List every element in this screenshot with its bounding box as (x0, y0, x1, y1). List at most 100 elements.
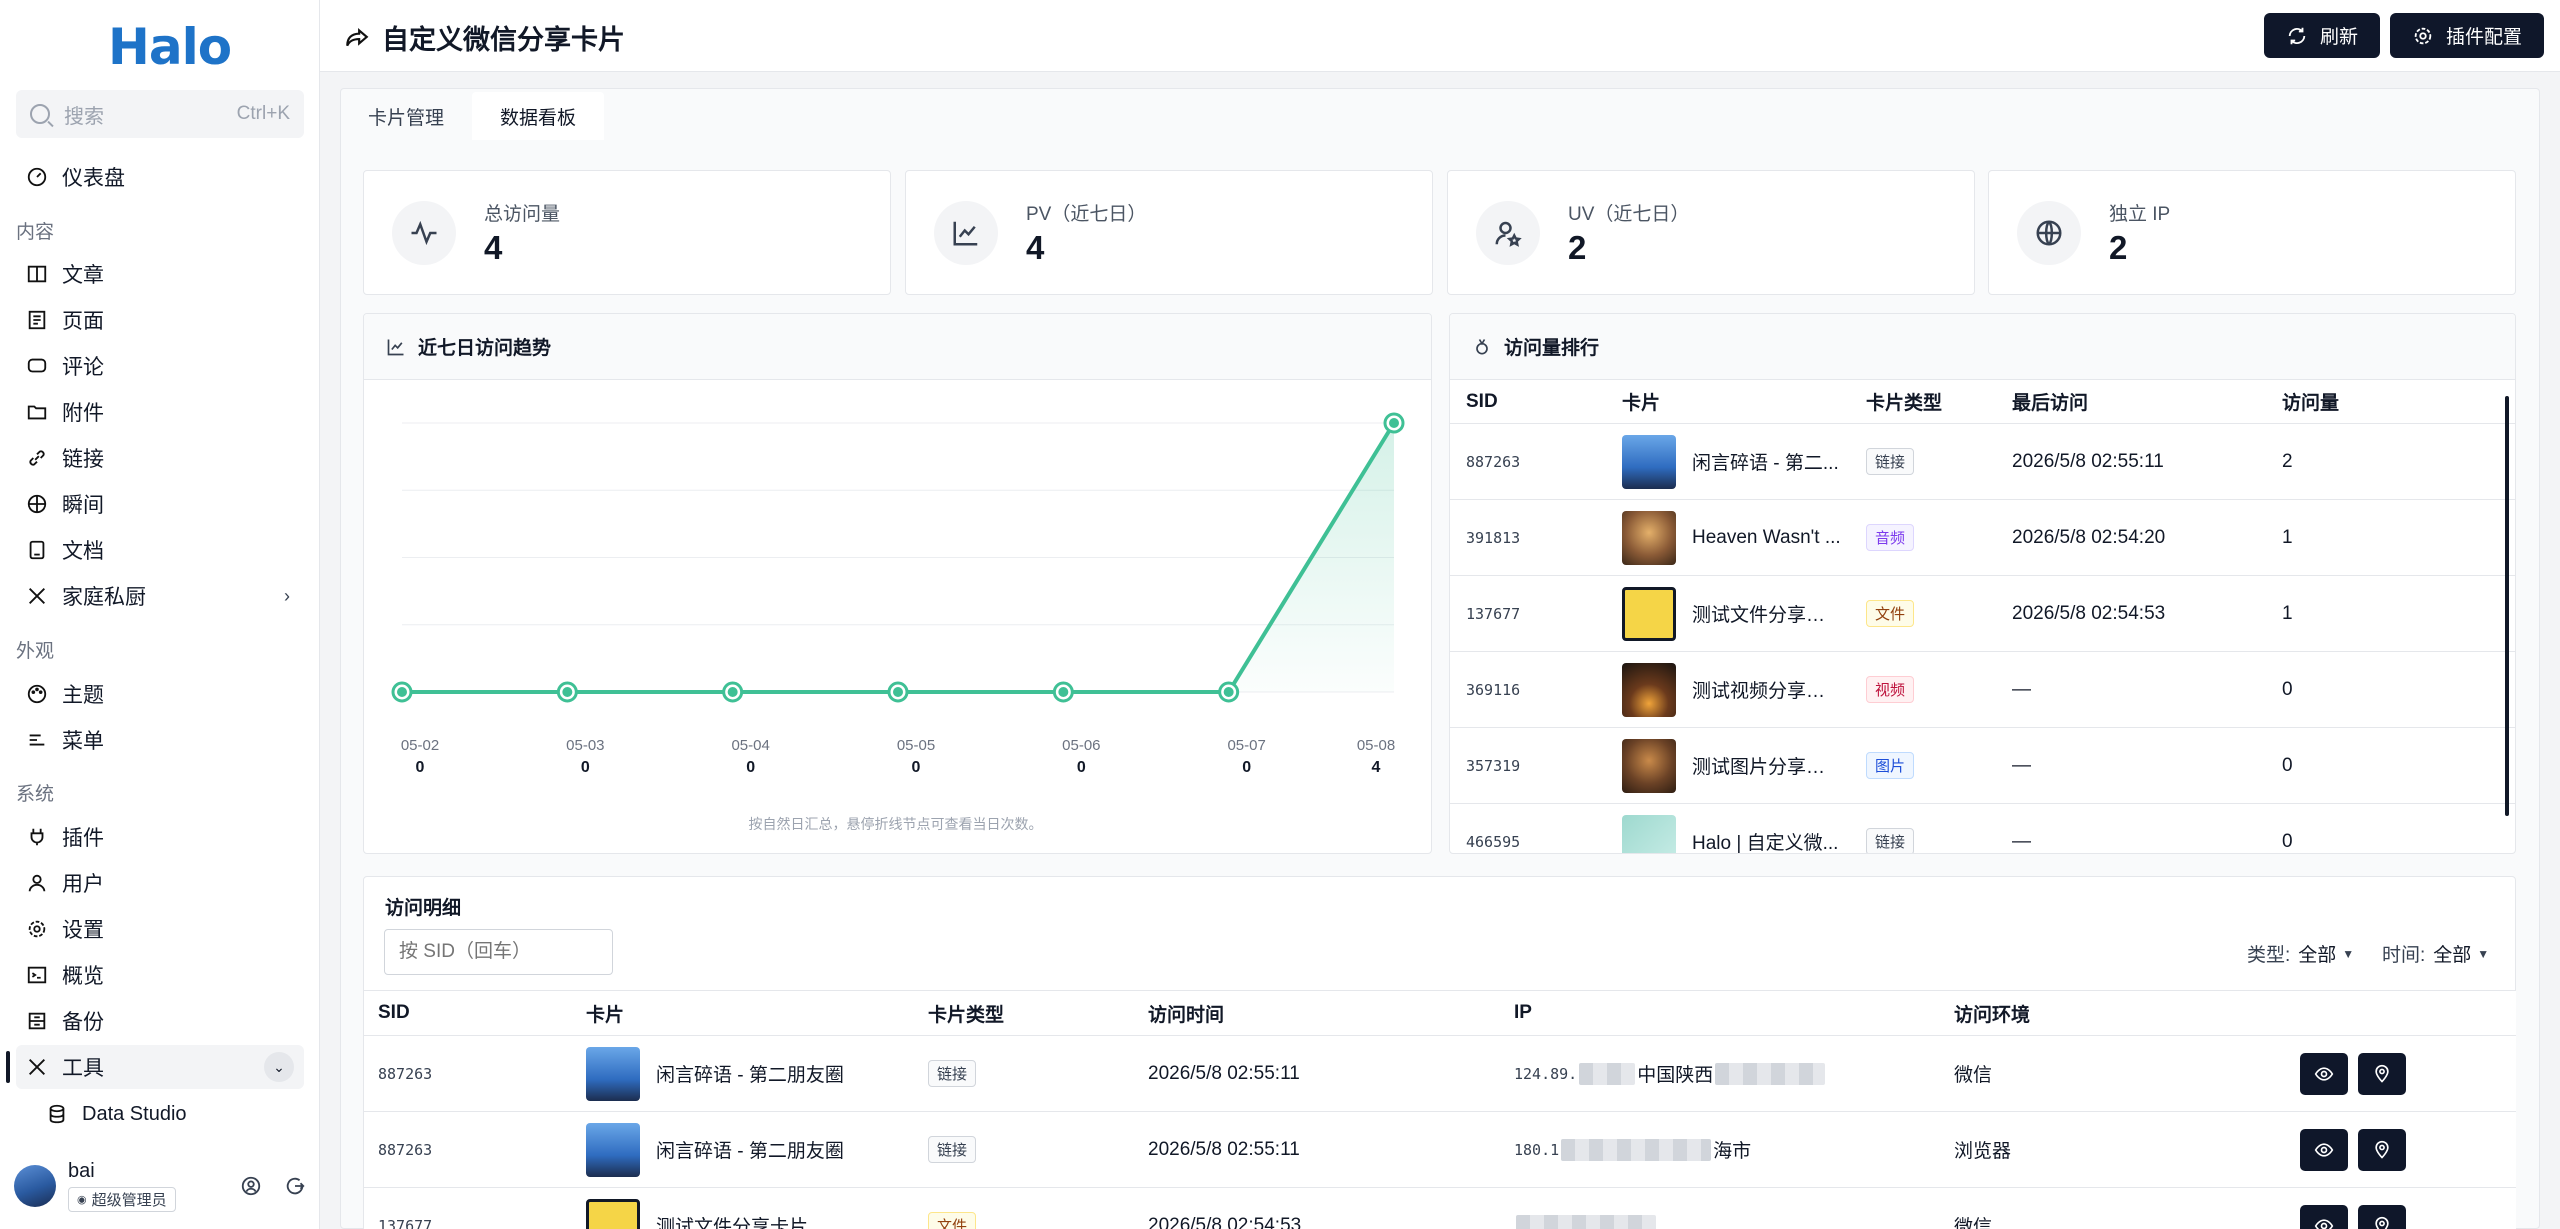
gear-icon (2412, 25, 2434, 47)
locate-button[interactable] (2358, 1128, 2406, 1171)
table-row[interactable]: 887263 闲言碎语 - 第二朋友圈 链接 2026/5/8 02:55:11… (364, 1112, 2516, 1188)
row-count: 0 (2282, 830, 2293, 852)
table-row[interactable]: 369116 测试视频分享卡片 视频 — 0 (1450, 652, 2515, 728)
table-row[interactable]: 137677 测试文件分享卡片 文件 2026/5/8 02:54:53 微信 (364, 1188, 2516, 1229)
data-point-core (727, 687, 738, 697)
sidebar-item-posts[interactable]: 文章 (16, 252, 304, 296)
row-card: 闲言碎语 - 第二朋友圈 (656, 1065, 844, 1086)
refresh-button[interactable]: 刷新 (2264, 13, 2381, 58)
sidebar-item-users[interactable]: 用户 (16, 861, 304, 905)
sidebar-item-label: 菜单 (62, 730, 104, 753)
sidebar-item-overview[interactable]: 概览 (16, 953, 304, 997)
sidebar-item-backup[interactable]: 备份 (16, 999, 304, 1043)
col-type: 卡片类型 (928, 1004, 1005, 1026)
time-filter[interactable]: 时间: 全部 ▼ (2382, 940, 2489, 967)
plugin-config-button[interactable]: 插件配置 (2390, 13, 2545, 58)
table-row[interactable]: 887263 闲言碎语 - 第二... 链接 2026/5/8 02:55:11… (1450, 424, 2515, 500)
col-ip: IP (1514, 1002, 1532, 1023)
row-count: 2 (2282, 450, 2293, 472)
col-card: 卡片 (586, 1004, 625, 1026)
view-button[interactable] (2300, 1204, 2348, 1229)
stat-value: 2 (1568, 229, 1587, 266)
col-count: 访问量 (2282, 393, 2340, 414)
type-badge: 文件 (1866, 600, 1915, 627)
row-env: 微信 (1954, 1217, 1993, 1229)
type-filter[interactable]: 类型: 全部 ▼ (2247, 940, 2354, 967)
table-row[interactable]: 391813 Heaven Wasn't ... 音频 2026/5/8 02:… (1450, 500, 2515, 576)
sidebar-item-label: 备份 (62, 1011, 104, 1034)
tab-dashboard[interactable]: 数据看板 (472, 92, 605, 140)
detail-header-row: SID 卡片 卡片类型 访问时间 IP 访问环境 (364, 990, 2516, 1036)
type-badge: 链接 (928, 1136, 977, 1163)
view-button[interactable] (2300, 1128, 2348, 1171)
sidebar-item-attachments[interactable]: 附件 (16, 390, 304, 434)
sidebar-item-dashboard[interactable]: 仪表盘 (16, 155, 304, 199)
table-row[interactable]: 137677 测试文件分享卡片 文件 2026/5/8 02:54:53 1 (1450, 576, 2515, 652)
logout-icon[interactable] (284, 1175, 306, 1197)
sidebar-item-moments[interactable]: 瞬间 (16, 482, 304, 526)
tab-bar: 卡片管理 数据看板 (340, 92, 605, 140)
user-panel: bai 超级管理员 (14, 1158, 306, 1214)
sidebar-item-kitchen[interactable]: 家庭私厨 › (16, 574, 304, 618)
comment-icon (26, 355, 48, 377)
card-thumbnail (586, 1046, 640, 1101)
gauge-icon (26, 166, 48, 188)
x-tick-label: 05-02 (401, 737, 439, 754)
table-row[interactable]: 466595 Halo | 自定义微... 链接 — 0 (1450, 804, 2515, 853)
ranking-scrollbar[interactable] (2503, 384, 2511, 849)
locate-button[interactable] (2358, 1204, 2406, 1229)
sidebar-item-pages[interactable]: 页面 (16, 298, 304, 342)
time-filter-label: 时间: (2382, 945, 2426, 966)
chevron-right-icon: › (284, 585, 290, 606)
data-point-core (1389, 418, 1399, 428)
profile-icon[interactable] (240, 1175, 262, 1197)
ip-prefix: 124.89. (1514, 1064, 1578, 1083)
table-row[interactable]: 887263 闲言碎语 - 第二朋友圈 链接 2026/5/8 02:55:11… (364, 1036, 2516, 1112)
view-button[interactable] (2300, 1052, 2348, 1095)
sidebar-item-settings[interactable]: 设置 (16, 907, 304, 951)
row-sid: 357319 (1466, 756, 1521, 775)
sidebar-item-data-studio[interactable]: Data Studio (36, 1092, 304, 1136)
sidebar-item-themes[interactable]: 主题 (16, 672, 304, 716)
x-tick-label: 05-06 (1062, 737, 1100, 754)
sidebar-item-label: 用户 (62, 873, 104, 896)
sidebar-item-docs[interactable]: 文档 (16, 528, 304, 572)
sidebar-item-comments[interactable]: 评论 (16, 344, 304, 388)
chevron-down-icon[interactable]: ⌄ (264, 1052, 294, 1082)
sidebar-item-menus[interactable]: 菜单 (16, 718, 304, 762)
x-tick-label: 05-05 (897, 737, 935, 754)
ranking-header-row: SID 卡片 卡片类型 最后访问 访问量 (1450, 380, 2515, 424)
page-header: 自定义微信分享卡片 刷新 插件配置 (320, 0, 2560, 72)
col-type: 卡片类型 (1866, 393, 1943, 414)
card-thumbnail (1622, 814, 1676, 853)
search-input[interactable]: 搜索 Ctrl+K (16, 90, 304, 138)
stat-card-total: 总访问量 4 (363, 170, 891, 295)
search-icon (30, 104, 50, 124)
table-row[interactable]: 357319 测试图片分享卡片 图片 — 0 (1450, 728, 2515, 804)
ip-location: 海市 (1713, 1141, 1752, 1162)
globe-icon (2017, 201, 2081, 265)
sidebar-item-links[interactable]: 链接 (16, 436, 304, 480)
sidebar-item-tools[interactable]: 工具 ⌄ (6, 1045, 304, 1089)
avatar[interactable] (14, 1165, 56, 1207)
data-label: 0 (746, 759, 755, 776)
locate-button[interactable] (2358, 1052, 2406, 1095)
ranking-title: 访问量排行 (1504, 338, 1600, 359)
data-point-core (397, 687, 407, 697)
row-count: 1 (2282, 526, 2293, 548)
col-card: 卡片 (1622, 393, 1661, 414)
book-icon (26, 263, 48, 285)
sidebar-item-label: 仪表盘 (62, 167, 125, 190)
halo-logo[interactable]: Halo (108, 18, 232, 76)
sidebar-item-plugins[interactable]: 插件 (16, 815, 304, 859)
archive-icon (26, 1010, 48, 1032)
sidebar-item-label: Data Studio (82, 1102, 187, 1125)
tab-card-manage[interactable]: 卡片管理 (340, 92, 472, 140)
line-chart-icon (934, 201, 998, 265)
data-point-core (1223, 687, 1234, 697)
row-card: 测试图片分享卡片 (1692, 757, 1842, 778)
data-label: 0 (581, 759, 590, 776)
sidebar-item-label: 瞬间 (62, 494, 104, 517)
scrollbar-thumb[interactable] (2505, 396, 2509, 816)
sid-filter-input[interactable] (384, 929, 613, 975)
